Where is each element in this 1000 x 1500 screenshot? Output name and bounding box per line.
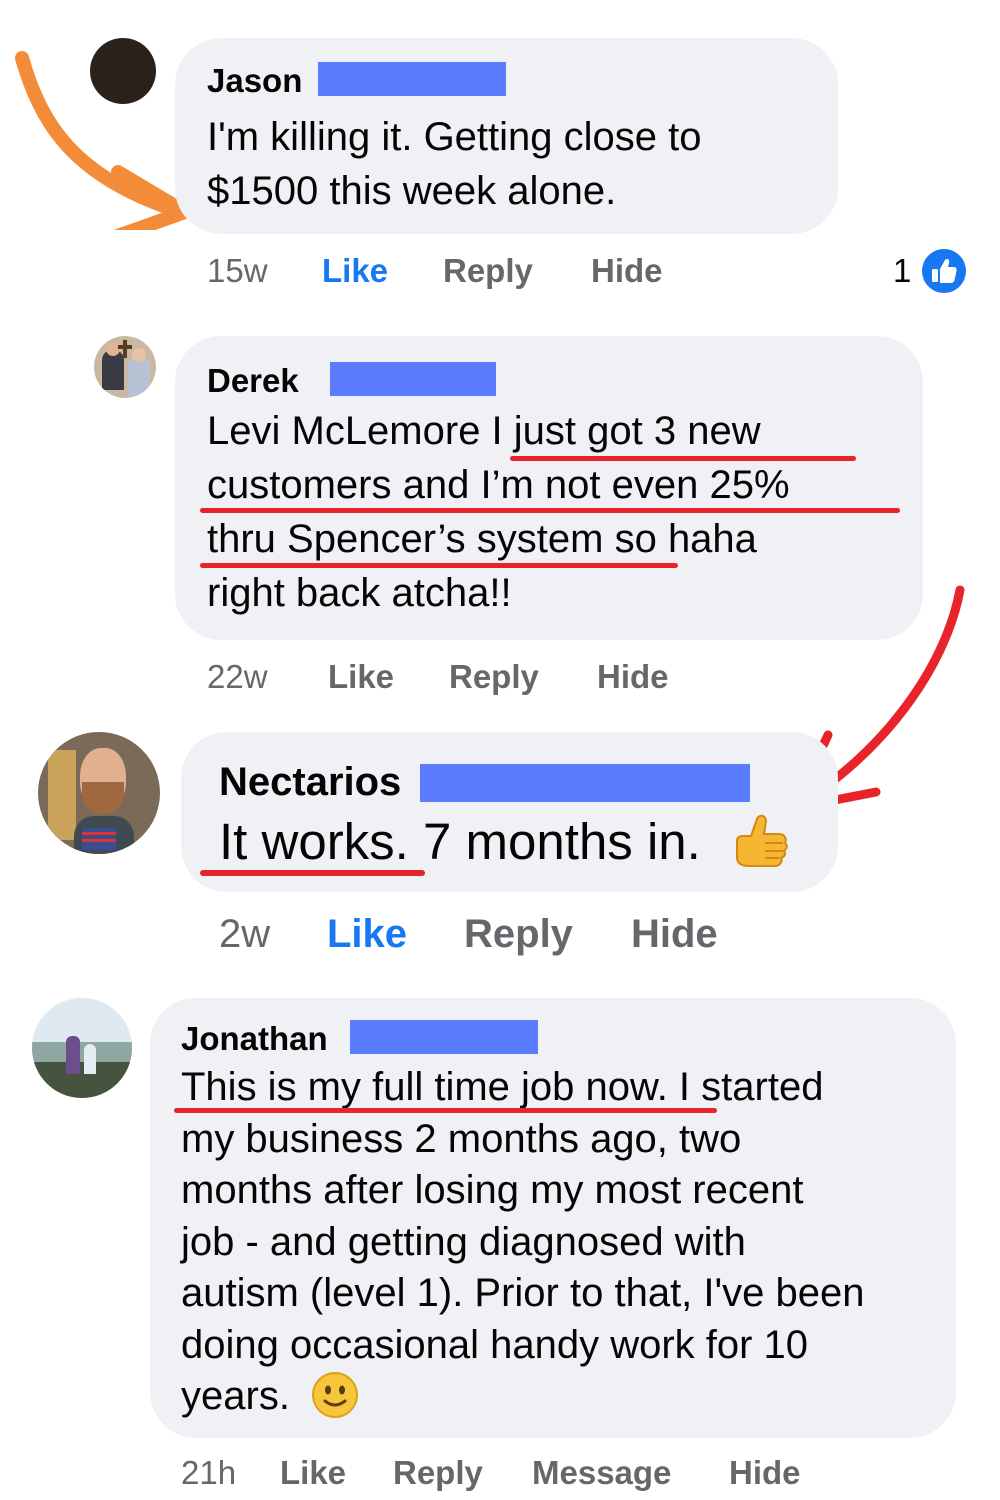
red-underline-annotation	[174, 1108, 717, 1113]
avatar[interactable]	[38, 732, 160, 854]
hide-button[interactable]: Hide	[591, 252, 663, 290]
reply-button[interactable]: Reply	[393, 1454, 483, 1492]
hide-button[interactable]: Hide	[631, 912, 718, 957]
red-underline-annotation	[200, 563, 678, 568]
comment-author[interactable]: Nectarios	[219, 760, 401, 805]
thumbs-up-emoji-icon	[736, 814, 788, 867]
timestamp: 22w	[207, 658, 268, 695]
timestamp: 15w	[207, 252, 268, 289]
comment-author[interactable]: Derek	[207, 362, 299, 400]
comment-author[interactable]: Jonathan	[181, 1020, 328, 1058]
timestamp: 21h	[181, 1454, 237, 1491]
name-redaction	[330, 362, 496, 396]
name-redaction	[318, 62, 506, 96]
hide-button[interactable]: Hide	[729, 1454, 801, 1492]
timestamp: 2w	[219, 912, 271, 956]
comment-author[interactable]: Jason	[207, 62, 302, 100]
avatar[interactable]	[90, 38, 156, 104]
hide-button[interactable]: Hide	[597, 658, 669, 696]
message-button[interactable]: Message	[532, 1454, 671, 1492]
comment-text: I'm killing it. Getting close to $1500 t…	[207, 115, 702, 213]
name-redaction	[350, 1020, 538, 1054]
reply-button[interactable]: Reply	[464, 912, 573, 957]
red-underline-annotation	[200, 508, 900, 513]
like-reaction-icon	[922, 249, 966, 293]
smiley-face-emoji-icon	[312, 1372, 359, 1419]
like-button[interactable]: Like	[328, 658, 394, 696]
avatar[interactable]	[32, 998, 132, 1098]
red-underline-annotation	[200, 870, 425, 876]
like-button[interactable]: Like	[327, 912, 407, 957]
avatar[interactable]	[94, 336, 156, 398]
reaction-count: 1	[893, 252, 912, 289]
red-underline-annotation	[510, 456, 856, 461]
comment-actions: 22w Like Reply Hide	[207, 658, 807, 698]
comment-text: This is my full time job now. I started …	[181, 1065, 865, 1419]
comment-actions: 21h Like Reply Message Hide	[181, 1454, 881, 1494]
comment-text: It works. 7 months in.	[219, 812, 791, 873]
comment-actions: 15w Like Reply Hide 1	[207, 249, 987, 293]
comment-actions: 2w Like Reply Hide	[219, 912, 819, 960]
like-button[interactable]: Like	[322, 252, 388, 290]
like-button[interactable]: Like	[280, 1454, 346, 1492]
reply-button[interactable]: Reply	[449, 658, 539, 696]
reply-button[interactable]: Reply	[443, 252, 533, 290]
name-redaction	[420, 764, 750, 802]
